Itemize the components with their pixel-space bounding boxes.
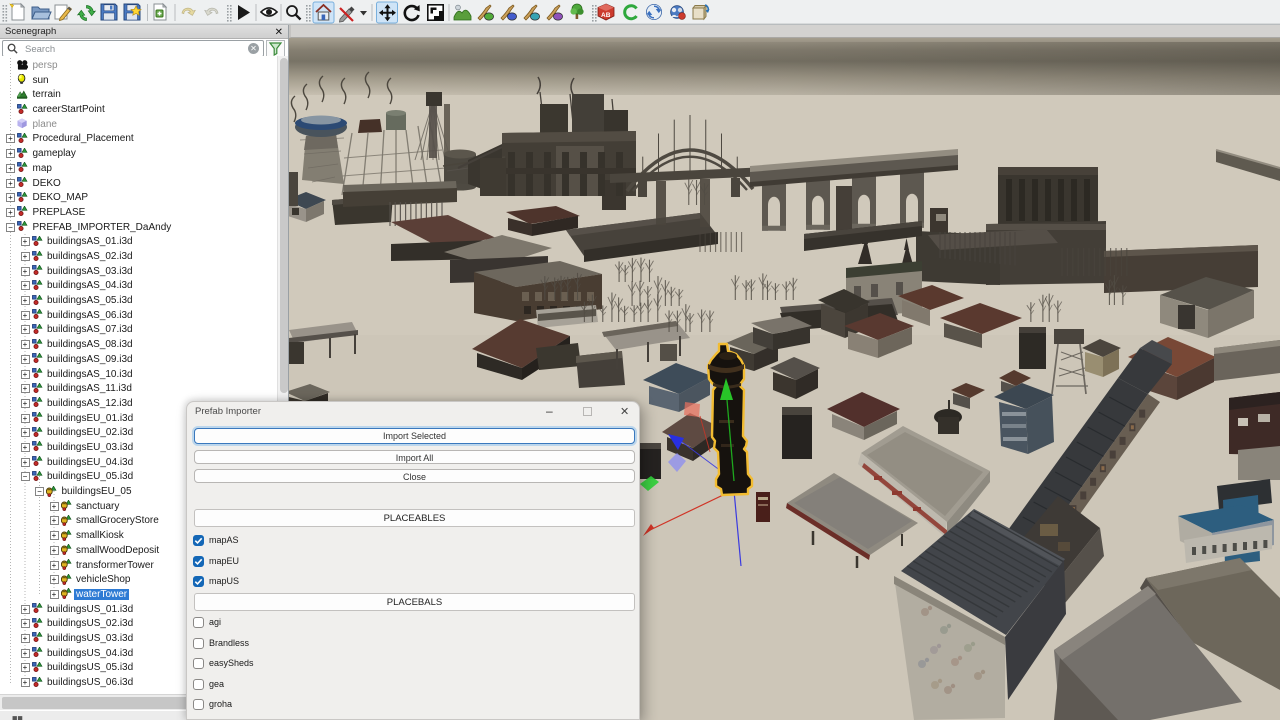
svg-text:AB: AB: [601, 12, 611, 19]
